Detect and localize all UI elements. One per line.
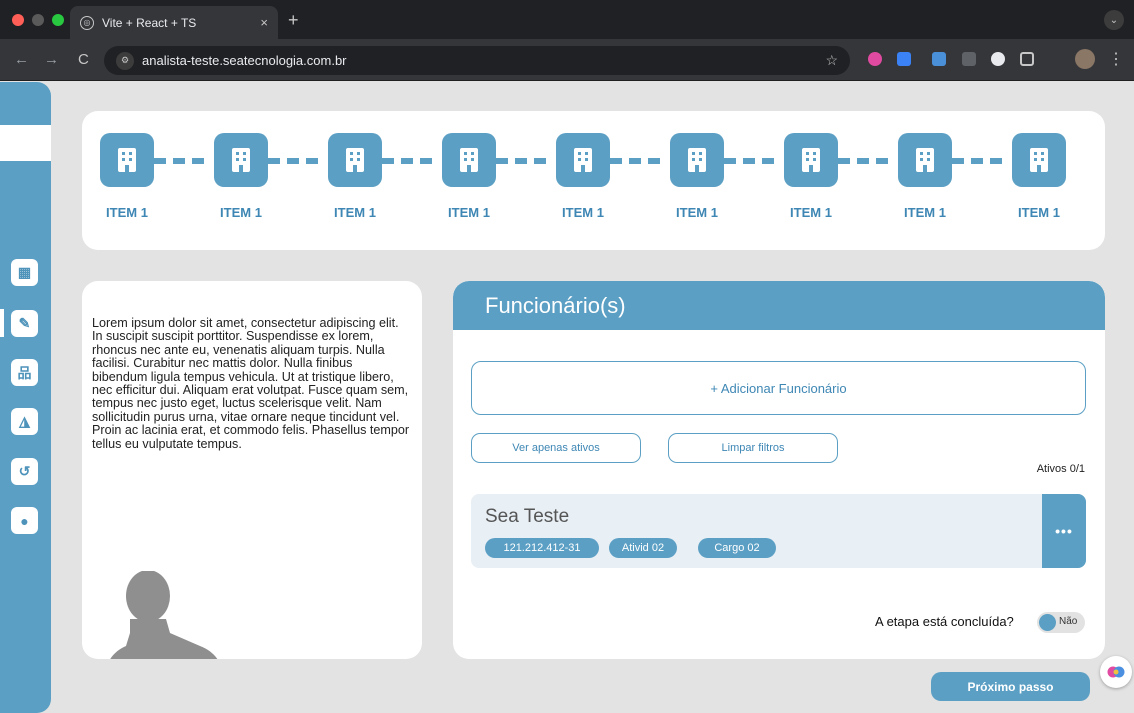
browser-tab-bar: ◎ Vite + React + TS × + ⌄ xyxy=(0,0,1134,39)
stepper-card: ITEM 1 ITEM 1 ITEM 1 ITEM 1 ITEM 1 ITEM … xyxy=(82,111,1105,250)
building-icon xyxy=(898,133,952,187)
forward-button[interactable]: → xyxy=(44,51,59,68)
employee-row[interactable]: Sea Teste 121.212.412-31 Ativid 02 Cargo… xyxy=(471,494,1086,568)
reload-button[interactable]: C xyxy=(78,51,89,68)
filter-active-button[interactable]: Ver apenas ativos xyxy=(471,433,641,463)
employee-cpf-badge: 121.212.412-31 xyxy=(485,538,599,558)
step-5[interactable]: ITEM 1 xyxy=(537,133,629,220)
sidebar-logo-area xyxy=(0,125,51,161)
step-label: ITEM 1 xyxy=(334,205,376,220)
building-icon xyxy=(784,133,838,187)
step-2[interactable]: ITEM 1 xyxy=(195,133,287,220)
extensions-puzzle-icon[interactable] xyxy=(1020,52,1034,66)
building-icon xyxy=(214,133,268,187)
person-silhouette-icon xyxy=(110,571,218,659)
employee-name: Sea Teste xyxy=(485,506,570,527)
step-label: ITEM 1 xyxy=(106,205,148,220)
step-label: ITEM 1 xyxy=(562,205,604,220)
notification-icon: ◮ xyxy=(19,413,30,429)
info-text: Lorem ipsum dolor sit amet, consectetur … xyxy=(92,316,410,451)
step-label: ITEM 1 xyxy=(448,205,490,220)
clear-filters-button[interactable]: Limpar filtros xyxy=(668,433,838,463)
step-4[interactable]: ITEM 1 xyxy=(423,133,515,220)
profile-avatar[interactable] xyxy=(1075,49,1095,69)
step-label: ITEM 1 xyxy=(220,205,262,220)
sidebar xyxy=(0,82,51,713)
building-icon xyxy=(556,133,610,187)
building-icon xyxy=(1012,133,1066,187)
completion-question: A etapa está concluída? xyxy=(875,614,1014,629)
browser-toolbar: ← → C ⚙ analista-teste.seatecnologia.com… xyxy=(0,39,1134,81)
globe-icon: ◎ xyxy=(80,15,94,30)
step-label: ITEM 1 xyxy=(1018,205,1060,220)
new-tab-button[interactable]: + xyxy=(288,10,299,31)
sidebar-item-edit[interactable]: ✎ xyxy=(11,310,38,337)
step-label: ITEM 1 xyxy=(676,205,718,220)
step-9[interactable]: ITEM 1 xyxy=(993,133,1085,220)
brain-icon xyxy=(1107,666,1125,678)
tab-close-icon[interactable]: × xyxy=(260,15,268,30)
add-employee-button[interactable]: + Adicionar Funcionário xyxy=(471,361,1086,415)
sidebar-item-building[interactable]: ▦ xyxy=(11,259,38,286)
employees-title: Funcionário(s) xyxy=(485,293,626,318)
browser-tab[interactable]: ◎ Vite + React + TS × xyxy=(70,6,278,39)
active-count: Ativos 0/1 xyxy=(1036,463,1085,475)
tab-title: Vite + React + TS xyxy=(102,15,197,30)
close-window-button[interactable] xyxy=(12,14,24,26)
building-icon xyxy=(100,133,154,187)
extension-bot-icon[interactable] xyxy=(991,52,1005,66)
extension-code-icon[interactable] xyxy=(897,52,911,66)
address-bar[interactable]: ⚙ analista-teste.seatecnologia.com.br ☆ xyxy=(104,46,850,75)
sidebar-item-user[interactable]: ● xyxy=(11,507,38,534)
step-label: ITEM 1 xyxy=(790,205,832,220)
toggle-label: Não xyxy=(1059,616,1078,627)
info-card: Lorem ipsum dolor sit amet, consectetur … xyxy=(82,281,422,659)
step-1[interactable]: ITEM 1 xyxy=(81,133,173,220)
toggle-knob xyxy=(1039,614,1056,631)
next-step-button[interactable]: Próximo passo xyxy=(931,672,1090,701)
extension-window-icon[interactable] xyxy=(962,52,976,66)
completion-toggle[interactable]: Não xyxy=(1037,612,1085,633)
employee-role-badge: Cargo 02 xyxy=(698,538,776,558)
extension-translate-icon[interactable] xyxy=(932,52,946,66)
step-8[interactable]: ITEM 1 xyxy=(879,133,971,220)
back-button[interactable]: ← xyxy=(14,51,29,68)
bookmark-star-icon[interactable]: ☆ xyxy=(825,52,838,69)
sidebar-item-org-chart[interactable]: 品 xyxy=(11,359,38,386)
employees-header: Funcionário(s) xyxy=(453,281,1105,330)
maximize-window-button[interactable] xyxy=(52,14,64,26)
edit-icon: ✎ xyxy=(18,315,31,331)
history-icon: ↺ xyxy=(18,463,31,479)
building-icon: ▦ xyxy=(17,264,32,280)
building-icon xyxy=(328,133,382,187)
user-icon: ● xyxy=(20,512,29,529)
building-icon xyxy=(442,133,496,187)
sidebar-item-notifications[interactable]: ◮ xyxy=(11,408,38,435)
employee-activity-badge: Ativid 02 xyxy=(609,538,677,558)
minimize-window-button[interactable] xyxy=(32,14,44,26)
step-7[interactable]: ITEM 1 xyxy=(765,133,857,220)
step-label: ITEM 1 xyxy=(904,205,946,220)
browser-menu-icon[interactable]: ⋮ xyxy=(1108,49,1124,69)
org-chart-icon: 品 xyxy=(17,364,32,381)
extension-brain-icon[interactable] xyxy=(868,52,882,66)
step-3[interactable]: ITEM 1 xyxy=(309,133,401,220)
sidebar-item-history[interactable]: ↺ xyxy=(11,458,38,485)
step-6[interactable]: ITEM 1 xyxy=(651,133,743,220)
tab-search-button[interactable]: ⌄ xyxy=(1104,10,1124,30)
sidebar-active-indicator xyxy=(0,309,4,337)
site-settings-icon[interactable]: ⚙ xyxy=(116,51,134,70)
floating-extension-button[interactable] xyxy=(1100,656,1132,688)
employees-card: Funcionário(s) + Adicionar Funcionário V… xyxy=(453,281,1105,659)
url-text[interactable]: analista-teste.seatecnologia.com.br xyxy=(142,53,825,68)
building-icon xyxy=(670,133,724,187)
employee-menu-button[interactable]: ••• xyxy=(1042,494,1086,568)
